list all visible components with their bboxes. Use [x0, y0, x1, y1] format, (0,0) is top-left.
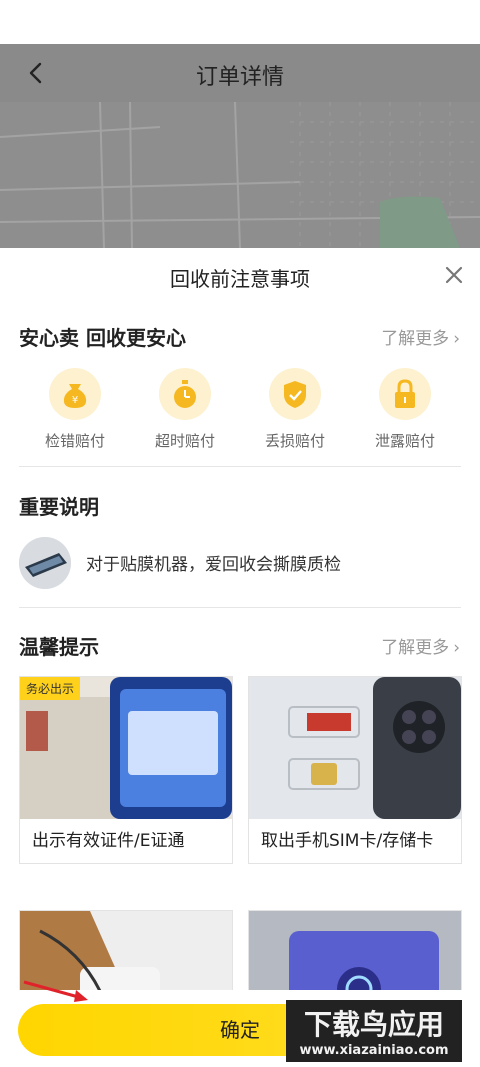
map-view	[0, 102, 480, 248]
id-card-image: 务必出示	[20, 677, 232, 819]
watermark-logo: 下载鸟应用 www.xiazainiao.com	[286, 1000, 462, 1062]
notice-sheet: 回收前注意事项 安心卖 回收更安心 了解更多 › ¥ 检错赔付 超时赔付 丢损赔…	[0, 248, 480, 1067]
chevron-right-icon: ›	[453, 638, 460, 658]
money-bag-icon: ¥	[49, 368, 101, 420]
guarantee-label: 丢损赔付	[264, 432, 325, 450]
more-link-label: 了解更多	[381, 329, 450, 349]
lock-icon	[379, 368, 431, 420]
important-section-title: 重要说明	[19, 495, 99, 519]
title-bar: 订单详情	[0, 44, 480, 102]
svg-text:¥: ¥	[72, 395, 78, 406]
phone-film-image	[19, 537, 71, 589]
chevron-right-icon: ›	[453, 329, 460, 349]
tip-card[interactable]: 取出手机SIM卡/存储卡	[248, 676, 462, 864]
required-badge: 务必出示	[20, 677, 81, 700]
guarantee-label: 泄露赔付	[374, 432, 435, 450]
page-title: 订单详情	[195, 65, 284, 90]
guarantee-item[interactable]: 泄露赔付	[350, 368, 460, 451]
important-note: 对于贴膜机器，爱回收会撕膜质检	[86, 555, 341, 575]
tip-card[interactable]: 务必出示 出示有效证件/E证通	[19, 676, 233, 864]
svg-text:www.xiazainiao.com: www.xiazainiao.com	[299, 1043, 448, 1058]
sim-card-image	[249, 677, 461, 819]
guarantee-item[interactable]: 丢损赔付	[240, 368, 350, 451]
safety-more-link[interactable]: 了解更多 ›	[381, 324, 460, 349]
guarantee-label: 超时赔付	[154, 432, 215, 450]
guarantee-label: 检错赔付	[44, 432, 105, 450]
close-icon[interactable]	[442, 263, 466, 287]
clock-icon	[159, 368, 211, 420]
divider	[19, 466, 461, 467]
guarantee-item[interactable]: 超时赔付	[130, 368, 240, 451]
more-link-label: 了解更多	[381, 638, 450, 658]
guarantee-item[interactable]: ¥ 检错赔付	[20, 368, 130, 451]
shield-check-icon	[269, 368, 321, 420]
sheet-title: 回收前注意事项	[170, 267, 310, 291]
tips-section-title: 温馨提示	[19, 635, 99, 659]
tip-card-caption: 出示有效证件/E证通	[32, 831, 185, 851]
arrow-annotation-icon	[23, 980, 88, 1002]
tip-card-caption: 取出手机SIM卡/存储卡	[261, 831, 434, 851]
svg-text:下载鸟应用: 下载鸟应用	[304, 1008, 444, 1041]
tips-more-link[interactable]: 了解更多 ›	[381, 633, 460, 658]
divider	[19, 607, 461, 608]
status-bar	[0, 0, 480, 44]
safety-section-title: 安心卖 回收更安心	[19, 326, 186, 350]
